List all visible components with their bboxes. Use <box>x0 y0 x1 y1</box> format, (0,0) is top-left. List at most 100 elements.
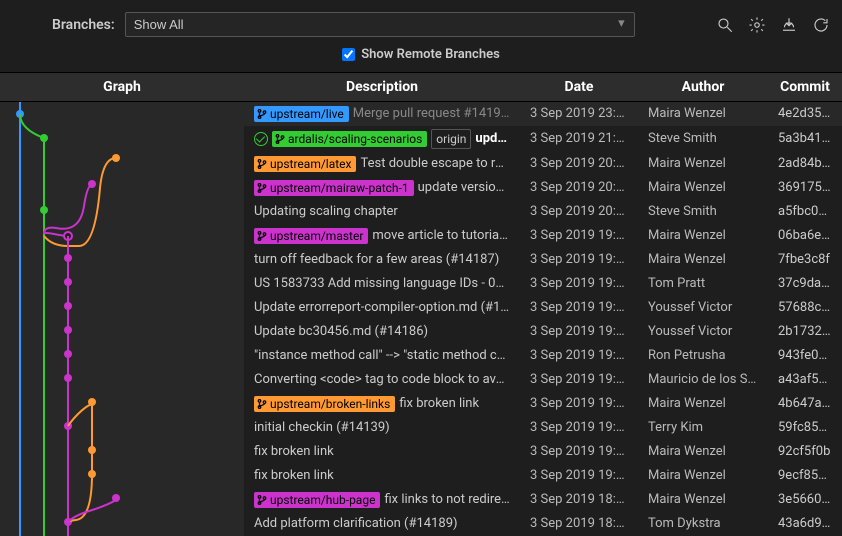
col-author[interactable]: Author <box>638 73 768 102</box>
commit-date: 3 Sep 2019 21:37 <box>520 126 638 152</box>
commit-hash: 43a6d908 <box>768 512 842 536</box>
commit-message: Updating scaling chapter <box>254 203 398 221</box>
commit-author: Maira Wenzel <box>638 248 768 272</box>
gear-icon[interactable] <box>748 16 766 34</box>
description-cell: initial checkin (#14139) <box>244 416 520 440</box>
show-remote-label[interactable]: Show Remote Branches <box>342 47 500 62</box>
commit-message: update version... <box>418 179 510 197</box>
commit-author: Youssef Victor <box>638 296 768 320</box>
commit-author: Youssef Victor <box>638 320 768 344</box>
description-cell: US 1583733 Add missing language IDs - 09… <box>244 272 520 296</box>
description-cell: ardalis/scaling-scenariosoriginupda... <box>244 126 520 152</box>
commit-hash: a5fbc086 <box>768 200 842 224</box>
commit-hash: 57688c47 <box>768 296 842 320</box>
commit-date: 3 Sep 2019 19:04 <box>520 416 638 440</box>
commit-hash: 943fe0c2 <box>768 344 842 368</box>
commit-message: US 1583733 Add missing language IDs - 09… <box>254 275 510 293</box>
commit-author: Mauricio de los San... <box>638 368 768 392</box>
col-commit[interactable]: Commit <box>768 73 842 102</box>
commit-message: Update errorreport-compiler-option.md (#… <box>254 299 510 317</box>
graph-cell <box>0 102 244 536</box>
commit-message: initial checkin (#14139) <box>254 419 390 437</box>
commit-date: 3 Sep 2019 19:19 <box>520 296 638 320</box>
branch-tag[interactable]: upstream/hub-page <box>254 492 380 508</box>
description-cell: Update bc30456.md (#14186) <box>244 320 520 344</box>
commit-date: 3 Sep 2019 19:24 <box>520 272 638 296</box>
commit-message: Merge pull request #1419... <box>353 105 510 123</box>
branch-tag[interactable]: ardalis/scaling-scenarios <box>272 131 427 147</box>
commit-date: 3 Sep 2019 19:01 <box>520 464 638 488</box>
commit-date: 3 Sep 2019 19:14 <box>520 320 638 344</box>
commit-message: fix links to not redire... <box>384 491 510 509</box>
commit-date: 3 Sep 2019 19:04 <box>520 392 638 416</box>
commit-date: 3 Sep 2019 20:47 <box>520 152 638 176</box>
description-cell: Converting <code> tag to code block to a… <box>244 368 520 392</box>
description-cell: upstream/liveMerge pull request #1419... <box>244 102 520 127</box>
commit-message: Converting <code> tag to code block to a… <box>254 371 510 389</box>
commit-date: 3 Sep 2019 18:45 <box>520 488 638 512</box>
commit-message: fix broken link <box>254 443 334 461</box>
branches-label: Branches: <box>52 17 115 33</box>
description-cell: fix broken link <box>244 440 520 464</box>
branch-tag[interactable]: upstream/latex <box>254 156 356 172</box>
commit-author: Ron Petrusha <box>638 344 768 368</box>
branch-tag[interactable]: upstream/master <box>254 228 368 244</box>
branch-tag[interactable]: upstream/mairaw-patch-1 <box>254 180 414 196</box>
description-cell: Updating scaling chapter <box>244 200 520 224</box>
commit-hash: 3691754b <box>768 176 842 200</box>
description-cell: Add platform clarification (#14189) <box>244 512 520 536</box>
search-icon[interactable] <box>716 16 734 34</box>
commit-row[interactable]: upstream/liveMerge pull request #1419...… <box>0 102 842 127</box>
commit-message: upda... <box>475 130 510 148</box>
col-description[interactable]: Description <box>244 73 520 102</box>
commit-message: Add platform clarification (#14189) <box>254 515 458 533</box>
commit-author: Steve Smith <box>638 126 768 152</box>
commit-message: Test double escape to re... <box>360 155 510 173</box>
commit-date: 3 Sep 2019 19:26 <box>520 248 638 272</box>
branch-tag[interactable]: upstream/live <box>254 106 349 122</box>
commit-author: Terry Kim <box>638 416 768 440</box>
commit-author: Tom Pratt <box>638 272 768 296</box>
col-date[interactable]: Date <box>520 73 638 102</box>
commit-hash: 4e2d355b <box>768 102 842 127</box>
current-branch-icon <box>254 132 268 146</box>
commit-hash: 2b1732a4 <box>768 320 842 344</box>
branches-select[interactable]: Show All <box>125 12 635 37</box>
description-cell: upstream/broken-linksfix broken link <box>244 392 520 416</box>
commit-hash: 9ecf85e1 <box>768 464 842 488</box>
refresh-icon[interactable] <box>812 16 830 34</box>
commit-author: Maira Wenzel <box>638 464 768 488</box>
commit-date: 3 Sep 2019 20:27 <box>520 176 638 200</box>
commit-author: Maira Wenzel <box>638 392 768 416</box>
commit-date: 3 Sep 2019 19:27 <box>520 224 638 248</box>
commit-hash: 3e566025 <box>768 488 842 512</box>
description-cell: upstream/hub-pagefix links to not redire… <box>244 488 520 512</box>
description-cell: upstream/mastermove article to tutorials… <box>244 224 520 248</box>
commit-author: Maira Wenzel <box>638 102 768 127</box>
remote-label: origin <box>431 129 471 149</box>
commit-message: fix broken link <box>254 467 334 485</box>
commit-author: Maira Wenzel <box>638 152 768 176</box>
commit-hash: 06ba6e56 <box>768 224 842 248</box>
commit-author: Tom Dykstra <box>638 512 768 536</box>
commit-hash: 5a3b41ec <box>768 126 842 152</box>
commit-hash: a43af573 <box>768 368 842 392</box>
commit-message: Update bc30456.md (#14186) <box>254 323 428 341</box>
branch-tag[interactable]: upstream/broken-links <box>254 396 395 412</box>
commit-date: 3 Sep 2019 19:11 <box>520 344 638 368</box>
commit-date: 3 Sep 2019 23:27 <box>520 102 638 127</box>
description-cell: Update errorreport-compiler-option.md (#… <box>244 296 520 320</box>
description-cell: upstream/latexTest double escape to re..… <box>244 152 520 176</box>
commit-author: Steve Smith <box>638 200 768 224</box>
commit-message: turn off feedback for a few areas (#1418… <box>254 251 499 269</box>
description-cell: turn off feedback for a few areas (#1418… <box>244 248 520 272</box>
fetch-icon[interactable] <box>780 16 798 34</box>
commit-author: Maira Wenzel <box>638 440 768 464</box>
commit-hash: 7fbe3c8f <box>768 248 842 272</box>
show-remote-checkbox[interactable] <box>342 48 355 61</box>
commit-hash: 37c9da37 <box>768 272 842 296</box>
commit-message: move article to tutorials... <box>372 227 510 245</box>
col-graph[interactable]: Graph <box>0 73 244 102</box>
commit-message: fix broken link <box>399 395 479 413</box>
description-cell: upstream/mairaw-patch-1update version... <box>244 176 520 200</box>
